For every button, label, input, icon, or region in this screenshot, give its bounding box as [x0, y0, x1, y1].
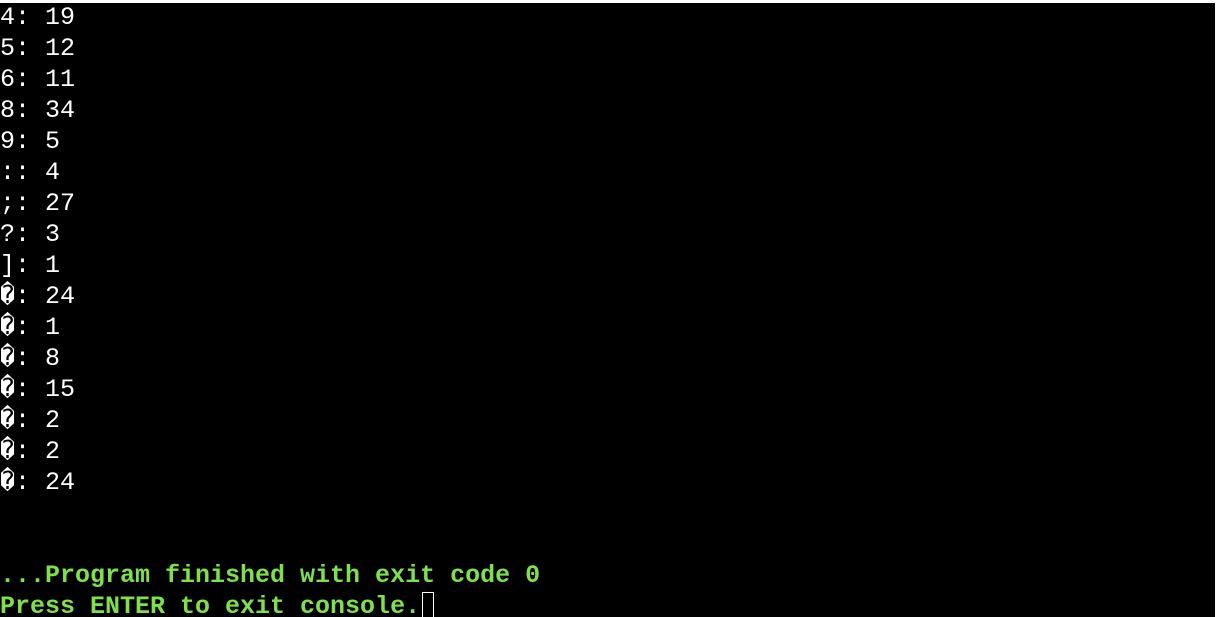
- output-line: �: 15: [0, 375, 76, 404]
- output-line: 5: 12: [0, 34, 76, 63]
- output-line: �: 24: [0, 468, 76, 497]
- output-line: ?: 3: [0, 220, 61, 249]
- console-output[interactable]: 4: 19 5: 12 6: 11 8: 34 9: 5 :: 4 ;: 27 …: [0, 3, 1215, 617]
- output-line: �: 2: [0, 437, 61, 466]
- output-lines: 4: 19 5: 12 6: 11 8: 34 9: 5 :: 4 ;: 27 …: [0, 3, 540, 617]
- output-line: ;: 27: [0, 189, 76, 218]
- output-line: 6: 11: [0, 65, 76, 94]
- text-cursor[interactable]: [422, 592, 435, 617]
- output-line: �: 2: [0, 406, 61, 435]
- output-line: �: 24: [0, 282, 76, 311]
- exit-prompt-line: Press ENTER to exit console.: [0, 591, 540, 617]
- exit-code-message: ...Program finished with exit code 0: [0, 561, 541, 590]
- output-line: 4: 19: [0, 3, 76, 32]
- output-line: 8: 34: [0, 96, 76, 125]
- output-line: :: 4: [0, 158, 61, 187]
- output-line: 9: 5: [0, 127, 61, 156]
- output-line: �: 8: [0, 344, 61, 373]
- output-line: �: 1: [0, 313, 61, 342]
- output-line: ]: 1: [0, 251, 61, 280]
- exit-prompt-message: Press ENTER to exit console.: [0, 592, 421, 617]
